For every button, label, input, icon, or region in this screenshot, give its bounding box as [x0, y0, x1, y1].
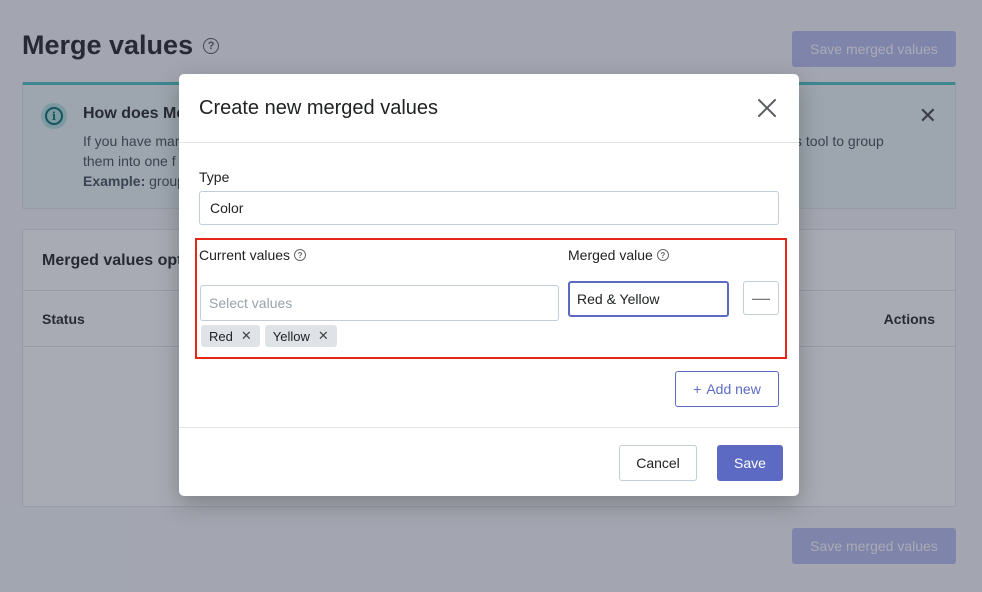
minus-icon: —: [752, 287, 770, 308]
help-icon[interactable]: ?: [294, 249, 307, 261]
close-icon[interactable]: [755, 96, 779, 120]
merged-value-input[interactable]: [568, 281, 729, 317]
remove-row-button[interactable]: —: [743, 281, 779, 315]
plus-icon: +: [693, 381, 702, 397]
selected-tags: Red ✕ Yellow ✕: [201, 325, 337, 347]
tag-yellow: Yellow ✕: [264, 325, 337, 347]
save-button[interactable]: Save: [717, 445, 783, 481]
add-new-button[interactable]: + Add new: [675, 371, 779, 407]
type-field[interactable]: [199, 191, 779, 225]
remove-tag-icon[interactable]: ✕: [241, 328, 252, 344]
merged-value-label: Merged value ?: [568, 247, 669, 263]
modal-footer: Cancel Save: [179, 427, 799, 496]
cancel-button[interactable]: Cancel: [619, 445, 697, 481]
modal-header: Create new merged values: [179, 74, 799, 143]
help-icon[interactable]: ?: [656, 249, 669, 261]
remove-tag-icon[interactable]: ✕: [318, 328, 329, 344]
tag-red: Red ✕: [201, 325, 260, 347]
current-values-label: Current values ?: [199, 247, 307, 263]
modal-title: Create new merged values: [199, 97, 439, 119]
create-merged-values-modal: Create new merged values Type Current va…: [179, 74, 799, 496]
type-label: Type: [199, 169, 230, 185]
select-values-input[interactable]: [200, 285, 559, 321]
